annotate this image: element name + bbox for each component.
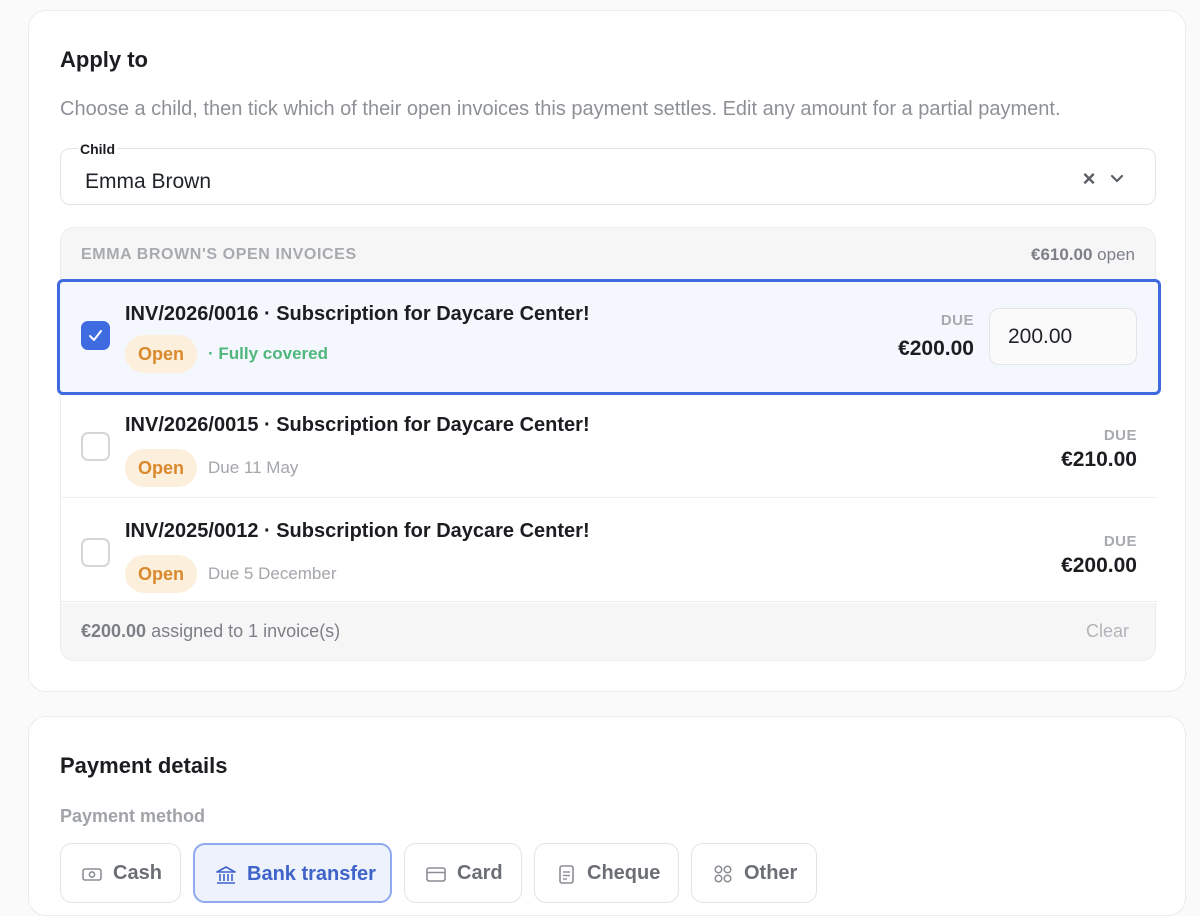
method-label: Card [457, 862, 503, 884]
child-select-value: Emma Brown [85, 170, 212, 193]
assigned-summary-text: assigned to 1 invoice(s) [146, 621, 341, 641]
invoice-title: INV/2026/0016 · Subscription for Daycare… [125, 303, 590, 325]
due-amount: €200.00 [898, 337, 974, 360]
method-cash-button[interactable]: Cash [60, 843, 181, 903]
invoice-coverage-note: · Fully covered [208, 344, 328, 363]
payment-details-card: Payment details Payment method Cash Bank… [28, 716, 1186, 916]
apply-to-title: Apply to [60, 47, 148, 72]
invoice-row[interactable]: INV/2026/0016 · Subscription for Daycare… [57, 279, 1161, 395]
check-icon [89, 330, 102, 341]
invoice-due-date: Due 5 December [208, 564, 337, 583]
method-bank-transfer-button[interactable]: Bank transfer [193, 843, 392, 903]
invoice-checkbox[interactable] [81, 432, 110, 461]
payment-details-title: Payment details [60, 753, 228, 778]
apply-to-helper-text: Choose a child, then tick which of their… [60, 98, 1061, 120]
method-label: Other [744, 862, 798, 884]
chevron-down-icon[interactable] [1107, 168, 1127, 188]
due-amount: €210.00 [1061, 448, 1137, 471]
due-label: DUE [940, 312, 974, 329]
due-label: DUE [1103, 427, 1137, 444]
method-cheque-button[interactable]: Cheque [534, 843, 679, 903]
payment-method-label: Payment method [60, 806, 206, 826]
status-badge: Open [125, 335, 198, 373]
card-icon [426, 867, 446, 882]
cash-icon [82, 868, 102, 881]
invoice-checkbox[interactable] [81, 538, 110, 567]
due-amount: €200.00 [1061, 554, 1137, 577]
status-badge: Open [125, 555, 198, 593]
method-label: Cheque [587, 862, 661, 884]
open-total-amount: €610.00 [1031, 245, 1093, 264]
assigned-amount: €200.00 [81, 621, 147, 641]
invoice-due-date: Due 11 May [208, 458, 299, 477]
invoices-summary-bar: €200.00 assigned to 1 invoice(s) Clear [61, 601, 1157, 661]
method-label: Cash [113, 862, 162, 884]
assigned-summary: €200.00 assigned to 1 invoice(s) [81, 621, 340, 642]
open-invoices-panel: EMMA BROWN'S OPEN INVOICES €610.00 open … [57, 227, 1161, 661]
invoice-checkbox[interactable] [81, 321, 110, 350]
apply-to-card: Apply to Choose a child, then tick which… [28, 10, 1186, 692]
open-invoices-total: €610.00 open [1031, 245, 1135, 265]
child-select[interactable]: Emma Brown × [60, 148, 1156, 205]
applied-amount-input[interactable] [989, 308, 1137, 365]
open-total-suffix: open [1092, 245, 1135, 264]
invoice-title: INV/2026/0015 · Subscription for Daycare… [125, 414, 590, 436]
grid-icon [714, 865, 732, 883]
child-field-label: Child [78, 141, 117, 157]
open-invoices-heading: EMMA BROWN'S OPEN INVOICES [81, 246, 357, 263]
clear-button[interactable]: Clear [1086, 621, 1129, 642]
invoice-row[interactable]: INV/2026/0015 · Subscription for Daycare… [61, 391, 1157, 497]
method-label: Bank transfer [247, 863, 376, 885]
invoice-row[interactable]: INV/2025/0012 · Subscription for Daycare… [61, 497, 1157, 603]
bank-icon [216, 866, 236, 884]
invoice-title: INV/2025/0012 · Subscription for Daycare… [125, 520, 590, 542]
status-badge: Open [125, 449, 198, 487]
due-label: DUE [1103, 533, 1137, 550]
clear-icon[interactable]: × [1079, 168, 1099, 190]
method-other-button[interactable]: Other [691, 843, 817, 903]
cheque-icon [559, 865, 574, 884]
method-card-button[interactable]: Card [404, 843, 522, 903]
